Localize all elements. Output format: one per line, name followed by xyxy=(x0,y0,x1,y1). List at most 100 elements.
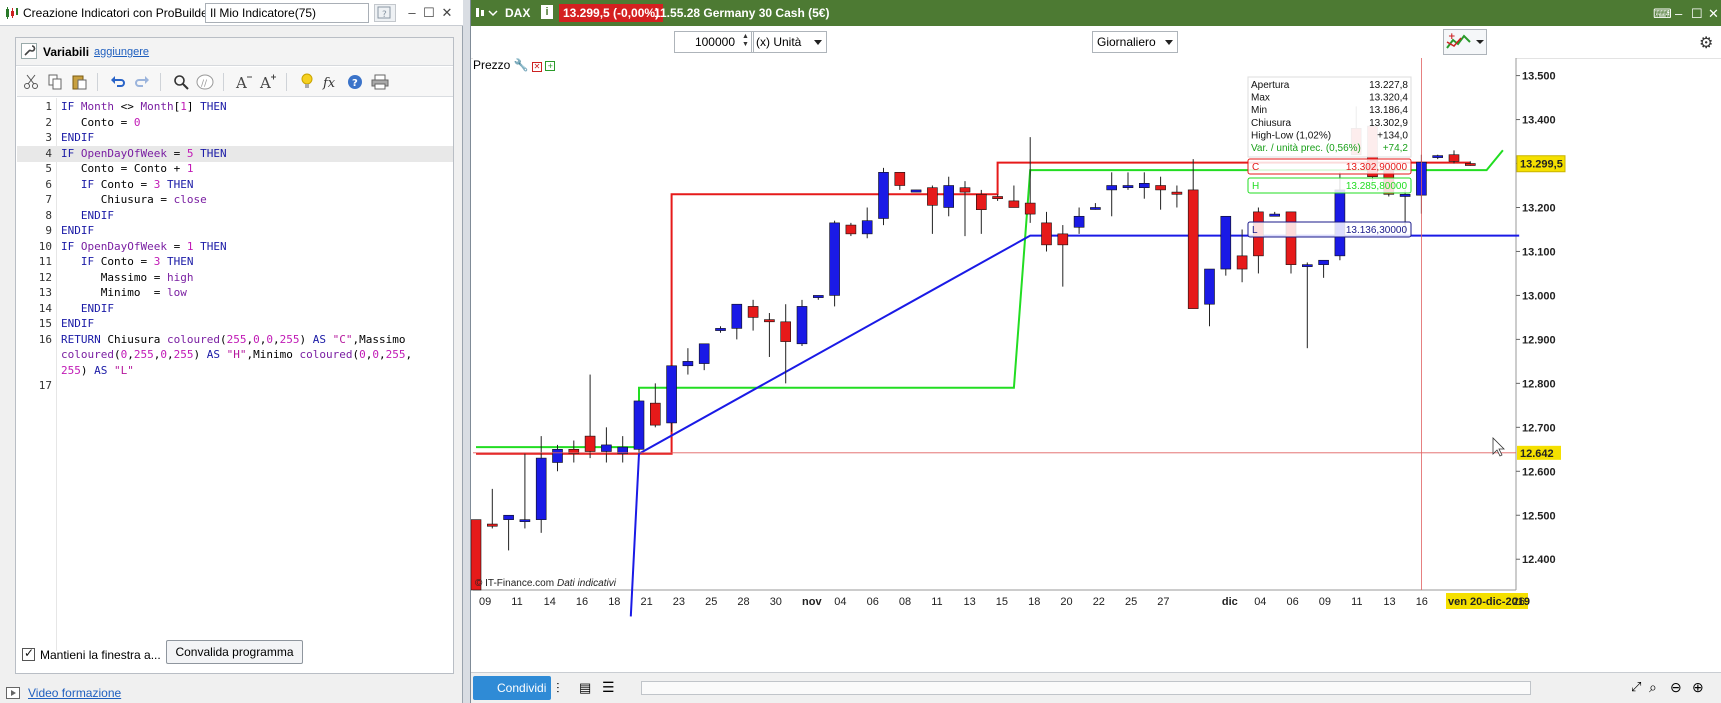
x-tick-label: 18 xyxy=(1028,596,1040,608)
font-increase-icon[interactable]: A xyxy=(257,71,279,93)
svg-text:fx: fx xyxy=(322,76,336,90)
close-icon[interactable]: ✕ xyxy=(440,5,454,21)
code-line[interactable]: 13 Minimo = low xyxy=(17,285,453,301)
code-line[interactable]: 8 ENDIF xyxy=(17,208,453,224)
code-line[interactable]: 11 IF Conto = 3 THEN xyxy=(17,254,453,270)
add-variable-link[interactable]: aggiungere xyxy=(94,46,149,58)
help-circle-icon[interactable]: ? xyxy=(344,71,366,93)
code-line[interactable]: 17 xyxy=(17,378,453,394)
line-number: 12 xyxy=(38,270,52,284)
code-line[interactable]: 255) AS "L" xyxy=(17,363,453,379)
print-icon[interactable] xyxy=(369,71,391,93)
x-tick-label: 20 xyxy=(1060,596,1072,608)
code-line[interactable]: 2 Conto = 0 xyxy=(17,115,453,131)
y-tick-label: 13.000 xyxy=(1522,290,1556,302)
minimize-icon[interactable]: – xyxy=(405,5,419,20)
price-chart[interactable]: 13.50013.40013.30013.20013.10013.00012.9… xyxy=(471,0,1721,672)
code-text: IF OpenDayOfWeek = 5 THEN xyxy=(61,146,227,160)
x-tick-label: dic xyxy=(1222,596,1238,608)
candle-body xyxy=(519,519,531,522)
code-line[interactable]: 12 Massimo = high xyxy=(17,270,453,286)
code-line[interactable]: 4 IF OpenDayOfWeek = 5 THEN xyxy=(17,145,453,162)
x-tick-label: 09 xyxy=(1319,596,1331,608)
code-line[interactable]: coloured(0,255,0,255) AS "H",Minimo colo… xyxy=(17,347,453,363)
zoom-out-icon[interactable]: ⊖ xyxy=(1670,679,1682,696)
code-editor[interactable]: 1 IF Month <> Month[1] THEN 2 Conto = 0 3 EN… xyxy=(17,98,453,651)
help-icon[interactable]: ? xyxy=(374,4,396,22)
lightbulb-icon[interactable] xyxy=(296,71,318,93)
font-decrease-icon[interactable]: A xyxy=(233,71,255,93)
code-line[interactable]: 14 ENDIF xyxy=(17,301,453,317)
info-row-label: Var. / unità prec. (0,56%) xyxy=(1251,143,1361,154)
undo-icon[interactable] xyxy=(107,71,129,93)
code-line[interactable]: 15 ENDIF xyxy=(17,316,453,332)
line-number: 8 xyxy=(45,208,52,222)
cut-icon[interactable] xyxy=(20,71,42,93)
maximize-icon[interactable]: ☐ xyxy=(422,5,436,21)
candles-icon[interactable]: ⫶ xyxy=(556,680,560,697)
x-tick-label: 11 xyxy=(931,596,942,608)
remove-panel-icon[interactable]: ✕ xyxy=(532,62,542,72)
line-number: 6 xyxy=(45,177,52,191)
candle-body xyxy=(861,220,873,235)
candle-body xyxy=(1432,155,1444,158)
table-icon[interactable]: ▤ xyxy=(579,680,591,696)
info-row-value: +134,0 xyxy=(1377,130,1408,141)
code-line[interactable]: 7 Chiusura = close xyxy=(17,192,453,208)
info-row-value: 13.320,4 xyxy=(1369,93,1408,104)
list-icon[interactable]: ☰ xyxy=(602,679,615,696)
video-training-link[interactable]: Video formazione xyxy=(28,686,121,700)
code-line[interactable]: 9 ENDIF xyxy=(17,223,453,239)
comment-icon[interactable]: // xyxy=(194,71,216,93)
code-line[interactable]: 6 IF Conto = 3 THEN xyxy=(17,177,453,193)
copy-icon[interactable] xyxy=(44,71,66,93)
line-number: 3 xyxy=(45,131,52,144)
auto-scale-icon[interactable]: ⤢ xyxy=(1631,679,1641,695)
add-panel-icon[interactable]: + xyxy=(545,61,556,71)
x-tick-label: 15 xyxy=(996,596,1008,608)
code-line[interactable]: 10 IF OpenDayOfWeek = 1 THEN xyxy=(17,239,453,255)
series-value-number: 13.302,90000 xyxy=(1346,162,1408,173)
candle-body xyxy=(1285,211,1297,265)
candle-body xyxy=(1236,255,1248,270)
zoom-in-icon[interactable]: ⊕ xyxy=(1692,679,1704,696)
zoom-fit-icon[interactable]: ⌕ xyxy=(1649,679,1657,696)
y-tick-label: 13.100 xyxy=(1522,246,1556,258)
variables-header: Variabili aggiungere xyxy=(16,38,453,66)
series-value-label: C xyxy=(1252,162,1259,173)
y-tick-label: 12.900 xyxy=(1522,334,1556,346)
code-line[interactable]: 16 RETURN Chiusura coloured(255,0,0,255) … xyxy=(17,332,453,348)
search-icon[interactable] xyxy=(170,71,192,93)
editor-panel: Variabili aggiungere // A A fx ? 1 IF Mon… xyxy=(15,37,454,674)
series-value-number: 13.136,30000 xyxy=(1346,225,1408,236)
chart-bottom-bar: Condividi ⫶ ▤ ☰ ⤢ ⌕ ⊖ ⊕ xyxy=(471,672,1721,703)
code-line[interactable]: 1 IF Month <> Month[1] THEN xyxy=(17,99,453,115)
code-line[interactable]: 3 ENDIF xyxy=(17,130,453,146)
y-tick-label: 13.400 xyxy=(1522,115,1556,127)
line-number: 11 xyxy=(38,255,52,268)
x-tick-label: 11 xyxy=(1351,596,1362,608)
candle-body xyxy=(1090,207,1101,210)
wrench-icon[interactable]: 🔧 xyxy=(514,58,529,72)
line-number: 14 xyxy=(38,301,52,315)
window-title: Creazione Indicatori con ProBuilder xyxy=(23,6,212,20)
line-number: 2 xyxy=(45,115,52,129)
horizontal-scrollbar[interactable] xyxy=(641,681,1531,695)
indicator-name-input[interactable] xyxy=(205,3,369,23)
keep-window-checkbox[interactable] xyxy=(22,646,35,661)
x-tick-label: 23 xyxy=(673,596,685,608)
validate-program-button[interactable]: Convalida programma xyxy=(166,640,303,664)
paste-icon[interactable] xyxy=(68,71,90,93)
code-text: Minimo = low xyxy=(61,286,187,299)
function-icon[interactable]: fx xyxy=(320,71,342,93)
line-number: 4 xyxy=(45,146,52,160)
x-tick-label: 13 xyxy=(964,596,976,608)
candle-body xyxy=(959,187,971,193)
code-line[interactable]: 5 Conto = Conto + 1 xyxy=(17,161,453,177)
redo-icon[interactable] xyxy=(131,71,153,93)
candle-body xyxy=(1155,185,1166,191)
code-text: IF Conto = 3 THEN xyxy=(80,255,194,268)
x-tick-label: 25 xyxy=(1125,596,1137,608)
info-row-value: 13.227,8 xyxy=(1369,80,1408,91)
share-button[interactable]: Condividi xyxy=(473,676,551,700)
